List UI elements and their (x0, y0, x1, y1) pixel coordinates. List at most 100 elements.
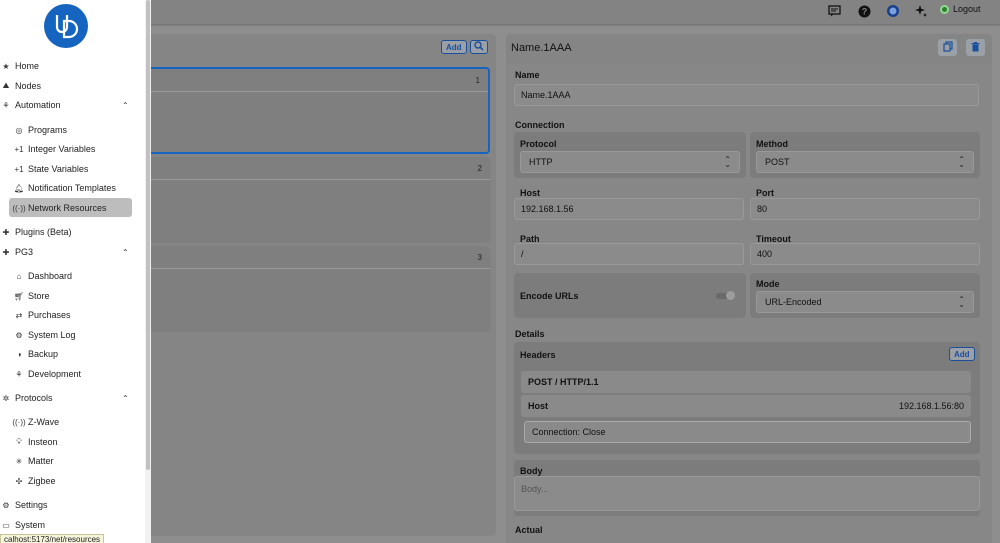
trash-icon (971, 41, 980, 54)
headers-label: Headers (520, 350, 556, 360)
gear-icon: ⚙ (2, 500, 10, 510)
scrollbar-thumb[interactable] (146, 0, 150, 470)
sidebar: ★ Home ⛰ Nodes ⚘ Automation ⌃ ◎ Programs +1 I… (0, 0, 146, 543)
port-label: Port (756, 188, 774, 198)
chevron-up-icon[interactable]: ⌃ (122, 390, 129, 406)
detail-title: Name.1AAA (511, 42, 572, 54)
nav-store[interactable]: 🛒︎ Store (13, 288, 50, 304)
nav-dashboard[interactable]: ⌂ Dashboard (13, 268, 72, 284)
nodes-icon: ⛰ (2, 81, 10, 90)
network-icon: ((·)) (12, 203, 26, 213)
logout-button[interactable]: Logout (940, 4, 981, 14)
nav-programs[interactable]: ◎ Programs (13, 122, 68, 138)
card-divider (92, 91, 488, 92)
nav-network-resources[interactable]: ((·)) Network Resources (12, 200, 106, 216)
method-label: Method (756, 139, 788, 149)
home-icon: ⌂ (16, 271, 22, 281)
protocols-icon: ✲ (2, 393, 10, 403)
name-input[interactable]: Name.1AAA (514, 84, 979, 106)
gear-icon: ⚙ (15, 330, 23, 340)
automation-icon: ⚘ (2, 100, 10, 110)
ud-logo[interactable] (44, 4, 88, 48)
bulb-icon: 💡︎ (16, 437, 22, 446)
add-header-button[interactable]: Add (949, 347, 975, 361)
mode-select[interactable]: URL-Encoded ⌃ ⌄ (756, 291, 974, 313)
backup-icon: ◑ (16, 349, 22, 359)
add-resource-button[interactable]: Add (441, 40, 467, 54)
select-chevron-icon: ⌃ ⌄ (724, 155, 731, 169)
svg-text:?: ? (861, 6, 867, 16)
search-icon (474, 41, 484, 53)
encode-urls-label: Encode URLs (520, 291, 579, 301)
details-section-label: Details (515, 329, 545, 339)
message-icon[interactable] (826, 3, 842, 19)
timeout-input[interactable]: 400 (750, 243, 980, 265)
nav-zwave[interactable]: ((·)) Z-Wave (12, 414, 59, 430)
nav-backup[interactable]: ◑ Backup (13, 346, 58, 362)
search-button[interactable] (470, 40, 488, 54)
body-label: Body (520, 466, 543, 476)
system-icon: ▭ (2, 520, 10, 530)
status-dot-icon (940, 4, 949, 14)
plus-one-icon: +1 (14, 144, 24, 154)
name-section-label: Name (515, 70, 540, 80)
nav-protocols[interactable]: ✲ Protocols (0, 390, 53, 406)
nav-settings[interactable]: ⚙ Settings (0, 497, 47, 513)
chevron-up-icon[interactable]: ⌃ (122, 244, 129, 260)
nav-matter[interactable]: ✳ Matter (13, 453, 54, 469)
nav-zigbee[interactable]: ✣ Zigbee (13, 473, 56, 489)
nav-automation[interactable]: ⚘ Automation (0, 97, 60, 113)
protocol-select[interactable]: HTTP ⌃ ⌄ (520, 151, 740, 173)
nav-system-log[interactable]: ⚙ System Log (13, 327, 75, 343)
purchases-icon: ⇄ (15, 310, 23, 320)
nav-system[interactable]: ▭ System (0, 517, 45, 533)
copy-button[interactable] (938, 39, 957, 56)
logout-label: Logout (953, 4, 981, 14)
puzzle-icon: ✚ (2, 247, 10, 257)
protocol-label: Protocol (520, 139, 557, 149)
mode-label: Mode (756, 279, 780, 289)
programs-icon: ◎ (15, 125, 23, 135)
card-number: 1 (475, 76, 480, 85)
mode-value: URL-Encoded (765, 297, 822, 307)
nav-home[interactable]: ★ Home (0, 58, 39, 74)
nav-nodes[interactable]: ⛰ Nodes (0, 78, 41, 94)
select-chevron-icon: ⌃ ⌄ (958, 295, 965, 309)
plus-one-icon: +1 (14, 164, 24, 174)
help-icon[interactable]: ? (856, 3, 872, 19)
header-host-row[interactable]: Host 192.168.1.56:80 (521, 395, 971, 417)
sidebar-scrollbar[interactable] (145, 0, 151, 543)
header-host-value: 192.168.1.56:80 (898, 401, 964, 411)
badge-icon[interactable] (885, 3, 901, 19)
delete-button[interactable] (966, 39, 985, 56)
zigbee-icon: ✣ (15, 476, 23, 486)
bell-icon: 🔔︎ (13, 183, 25, 193)
header-connection-input[interactable]: Connection: Close (524, 421, 971, 443)
host-input[interactable]: 192.168.1.56 (514, 198, 744, 220)
card-number: 3 (477, 253, 482, 262)
select-chevron-icon: ⌃ ⌄ (958, 155, 965, 169)
request-line-row: POST / HTTP/1.1 (521, 371, 971, 393)
nav-notification-templates[interactable]: 🔔︎ Notification Templates (13, 180, 116, 196)
port-input[interactable]: 80 (750, 198, 980, 220)
encode-urls-toggle[interactable] (716, 291, 735, 300)
sparkle-icon[interactable] (913, 3, 929, 19)
method-select[interactable]: POST ⌃ ⌄ (756, 151, 974, 173)
card-number: 2 (477, 164, 482, 173)
nav-purchases[interactable]: ⇄ Purchases (13, 307, 71, 323)
method-value: POST (765, 157, 790, 167)
nav-plugins[interactable]: ✚ Plugins (Beta) (0, 224, 72, 240)
nav-pg3[interactable]: ✚ PG3 (0, 244, 33, 260)
nav-integer-variables[interactable]: +1 Integer Variables (13, 141, 95, 157)
nav-development[interactable]: ⚘ Development (13, 366, 81, 382)
path-input[interactable]: / (514, 243, 744, 265)
actual-section-label: Actual (515, 525, 543, 535)
star-icon: ★ (2, 61, 10, 71)
request-line: POST / HTTP/1.1 (528, 377, 599, 387)
chevron-up-icon[interactable]: ⌃ (122, 97, 129, 113)
nav-state-variables[interactable]: +1 State Variables (13, 161, 88, 177)
host-label: Host (520, 188, 540, 198)
development-icon: ⚘ (15, 369, 23, 379)
nav-insteon[interactable]: 💡︎ Insteon (13, 434, 57, 450)
body-textarea[interactable]: Body... (514, 476, 980, 511)
